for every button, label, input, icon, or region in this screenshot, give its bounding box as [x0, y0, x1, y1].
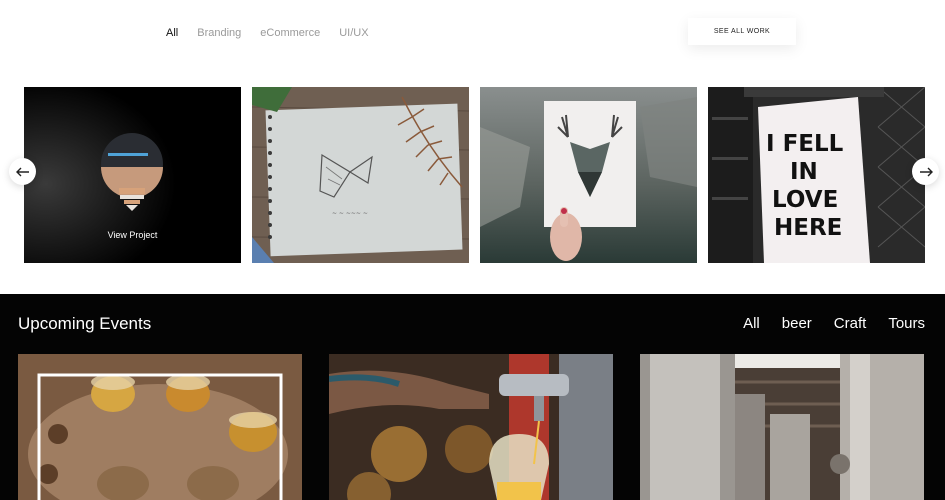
- sign-line-3: LOVE: [772, 187, 838, 213]
- see-all-work-button[interactable]: SEE ALL WORK: [688, 18, 796, 45]
- deer-card-image: [480, 87, 697, 263]
- portfolio-item-lightbulb[interactable]: View Project: [24, 87, 241, 263]
- filter-all[interactable]: All: [166, 27, 178, 39]
- event-filters: All beer Craft Tours: [721, 315, 925, 332]
- event-filter-craft[interactable]: Craft: [834, 315, 867, 332]
- beer-flight-image: [18, 354, 302, 500]
- sign-line-2: IN: [790, 159, 818, 185]
- portfolio-filters: All Branding eCommerce UI/UX: [166, 27, 388, 39]
- love-sign-image: I FELL IN LOVE HERE: [708, 87, 925, 263]
- event-card-brewery-tanks[interactable]: [640, 354, 924, 500]
- portfolio-item-deer-card[interactable]: [480, 87, 697, 263]
- sign-line-1: I FELL: [766, 131, 844, 157]
- arrow-right-icon: [919, 167, 933, 176]
- svg-text:~ ~ ~~~ ~: ~ ~ ~~~ ~: [332, 210, 368, 217]
- arrow-left-icon: [15, 167, 29, 176]
- brewery-tanks-image: [640, 354, 924, 500]
- butterfly-sketch-image: ~ ~ ~~~ ~: [252, 87, 469, 263]
- carousel-prev-button[interactable]: [9, 158, 36, 185]
- events-title: Upcoming Events: [18, 314, 152, 333]
- beer-tap-image: [329, 354, 613, 500]
- carousel-next-button[interactable]: [912, 158, 939, 185]
- event-filter-all[interactable]: All: [743, 315, 760, 332]
- event-filter-tours[interactable]: Tours: [888, 315, 925, 332]
- filter-uiux[interactable]: UI/UX: [339, 27, 368, 39]
- filter-branding[interactable]: Branding: [197, 27, 241, 39]
- upcoming-events-section: Upcoming Events All beer Craft Tours: [0, 294, 945, 500]
- filter-ecommerce[interactable]: eCommerce: [260, 27, 320, 39]
- event-card-beer-tap[interactable]: [329, 354, 613, 500]
- event-filter-beer[interactable]: beer: [782, 315, 812, 332]
- portfolio-item-butterfly-sketch[interactable]: ~ ~ ~~~ ~: [252, 87, 469, 263]
- portfolio-section: All Branding eCommerce UI/UX SEE ALL WOR…: [0, 0, 945, 294]
- view-project-label[interactable]: View Project: [24, 230, 241, 240]
- portfolio-item-love-sign[interactable]: I FELL IN LOVE HERE: [708, 87, 925, 263]
- sign-line-4: HERE: [774, 215, 842, 241]
- event-card-beer-flight[interactable]: [18, 354, 302, 500]
